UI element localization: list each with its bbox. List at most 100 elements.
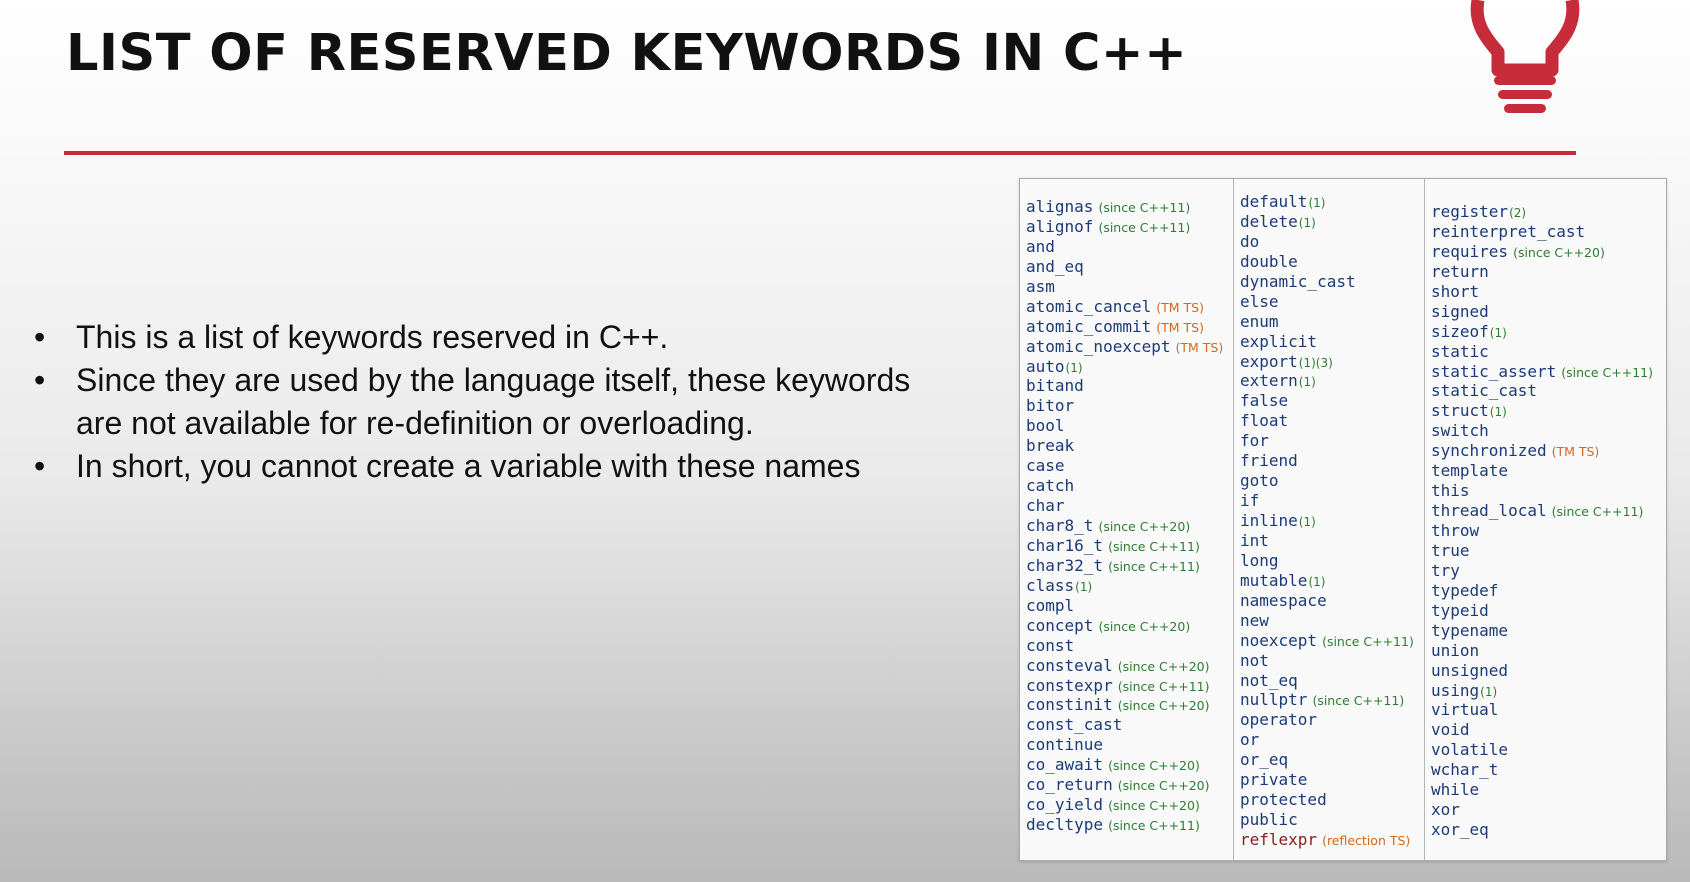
keyword-note: (1) — [1065, 360, 1083, 375]
keyword-note: (1)(3) — [1298, 355, 1333, 370]
keyword-item: signed — [1431, 302, 1666, 322]
keyword-text: co_await — [1026, 755, 1104, 775]
keyword-text: public — [1240, 810, 1298, 830]
keyword-text: volatile — [1431, 740, 1509, 760]
keyword-text: static — [1431, 341, 1489, 361]
keyword-item: reinterpret_cast — [1431, 222, 1666, 242]
keyword-item: while — [1431, 780, 1666, 800]
keyword-item: catch — [1026, 476, 1233, 496]
keyword-item: default(1) — [1240, 192, 1424, 212]
keyword-item: long — [1240, 551, 1424, 571]
keyword-column-3: register(2) reinterpret_cast requires (sinc… — [1425, 179, 1666, 860]
keyword-text: goto — [1240, 471, 1279, 491]
keyword-text: bool — [1026, 416, 1065, 436]
keyword-item: float — [1240, 411, 1424, 431]
keyword-item: atomic_commit (TM TS) — [1026, 317, 1233, 337]
keyword-item: char16_t (since C++11) — [1026, 536, 1233, 556]
keyword-item: atomic_cancel (TM TS) — [1026, 297, 1233, 317]
keyword-note: (TM TS) — [1156, 299, 1204, 315]
keyword-text: return — [1431, 261, 1489, 281]
keyword-text: auto — [1026, 356, 1065, 376]
keyword-note: (1) — [1298, 375, 1316, 390]
keyword-item: goto — [1240, 471, 1424, 491]
keyword-text: case — [1026, 456, 1065, 476]
keyword-item: case — [1026, 456, 1233, 476]
keyword-item: double — [1240, 252, 1424, 272]
keyword-text: protected — [1240, 790, 1327, 810]
keyword-table: alignas (since C++11) alignof (since C++11)… — [1019, 178, 1667, 861]
keyword-text: dynamic_cast — [1240, 271, 1356, 291]
keyword-item: do — [1240, 232, 1424, 252]
keyword-text: union — [1431, 640, 1480, 660]
keyword-text: requires — [1431, 241, 1509, 261]
keyword-note: (since C++20) — [1108, 798, 1200, 814]
keyword-item: xor_eq — [1431, 820, 1666, 840]
keyword-text: template — [1431, 461, 1509, 481]
keyword-text: mutable — [1240, 570, 1308, 590]
keyword-item: co_return (since C++20) — [1026, 775, 1233, 795]
keyword-note: (since C++11) — [1117, 678, 1210, 694]
keyword-item: nullptr (since C++11) — [1240, 690, 1424, 710]
keyword-text: and_eq — [1026, 256, 1084, 276]
keyword-item: false — [1240, 391, 1424, 411]
keyword-text: namespace — [1240, 590, 1327, 610]
keyword-text: float — [1240, 411, 1289, 431]
keyword-item: and — [1026, 237, 1233, 257]
keyword-note: (1) — [1298, 215, 1316, 230]
keyword-text: asm — [1026, 276, 1055, 296]
keyword-text: static_cast — [1431, 381, 1537, 401]
bullet-item: • This is a list of keywords reserved in … — [30, 316, 930, 359]
keyword-item: int — [1240, 531, 1424, 551]
keyword-item: bool — [1026, 416, 1233, 436]
keyword-item: enum — [1240, 312, 1424, 332]
keyword-item: class(1) — [1026, 576, 1233, 596]
keyword-item: throw — [1431, 521, 1666, 541]
keyword-column-1: alignas (since C++11) alignof (since C++11)… — [1020, 179, 1234, 860]
keyword-text: sizeof — [1431, 321, 1489, 341]
keyword-item: switch — [1431, 421, 1666, 441]
keyword-text: while — [1431, 780, 1480, 800]
keyword-text: do — [1240, 231, 1260, 251]
keyword-item: or_eq — [1240, 750, 1424, 770]
keyword-item: try — [1431, 561, 1666, 581]
keyword-text: compl — [1026, 595, 1075, 615]
keyword-text: not_eq — [1240, 670, 1298, 690]
bullet-dot: • — [34, 362, 46, 398]
slide-title: LIST OF RESERVED KEYWORDS IN C++ — [66, 24, 1188, 83]
keyword-text: extern — [1240, 371, 1298, 391]
keyword-item: asm — [1026, 277, 1233, 297]
keyword-text: switch — [1431, 421, 1489, 441]
keyword-item: this — [1431, 481, 1666, 501]
keyword-item: template — [1431, 461, 1666, 481]
keyword-text: default — [1240, 192, 1308, 211]
keyword-item: not_eq — [1240, 671, 1424, 691]
keyword-item: concept (since C++20) — [1026, 616, 1233, 636]
keyword-note: (since C++20) — [1117, 658, 1210, 674]
keyword-column-2: default(1) delete(1) do double dynamic_cast e… — [1234, 179, 1425, 860]
keyword-text: try — [1431, 560, 1460, 580]
keyword-note: (1) — [1308, 196, 1326, 210]
bullet-item: • Since they are used by the language its… — [30, 359, 930, 445]
keyword-note: (since C++11) — [1551, 504, 1644, 520]
keyword-text: register — [1431, 202, 1509, 221]
keyword-item: friend — [1240, 451, 1424, 471]
keyword-item: break — [1026, 436, 1233, 456]
keyword-item: co_await (since C++20) — [1026, 755, 1233, 775]
keyword-text: xor_eq — [1431, 820, 1489, 840]
keyword-note: (1) — [1480, 684, 1498, 699]
keyword-item: or — [1240, 730, 1424, 750]
keyword-item: dynamic_cast — [1240, 272, 1424, 292]
keyword-text: reflexpr — [1240, 830, 1318, 849]
bullet-item: • In short, you cannot create a variable … — [30, 445, 930, 488]
keyword-text: const — [1026, 635, 1075, 655]
keyword-item: bitor — [1026, 396, 1233, 416]
keyword-text: false — [1240, 391, 1289, 411]
keyword-text: true — [1431, 540, 1470, 560]
keyword-item: new — [1240, 611, 1424, 631]
keyword-text: operator — [1240, 710, 1318, 730]
keyword-item: char32_t (since C++11) — [1026, 556, 1233, 576]
keyword-item: return — [1431, 262, 1666, 282]
keyword-item: co_yield (since C++20) — [1026, 795, 1233, 815]
keyword-text: typeid — [1431, 600, 1489, 620]
keyword-note: (1) — [1075, 579, 1093, 594]
